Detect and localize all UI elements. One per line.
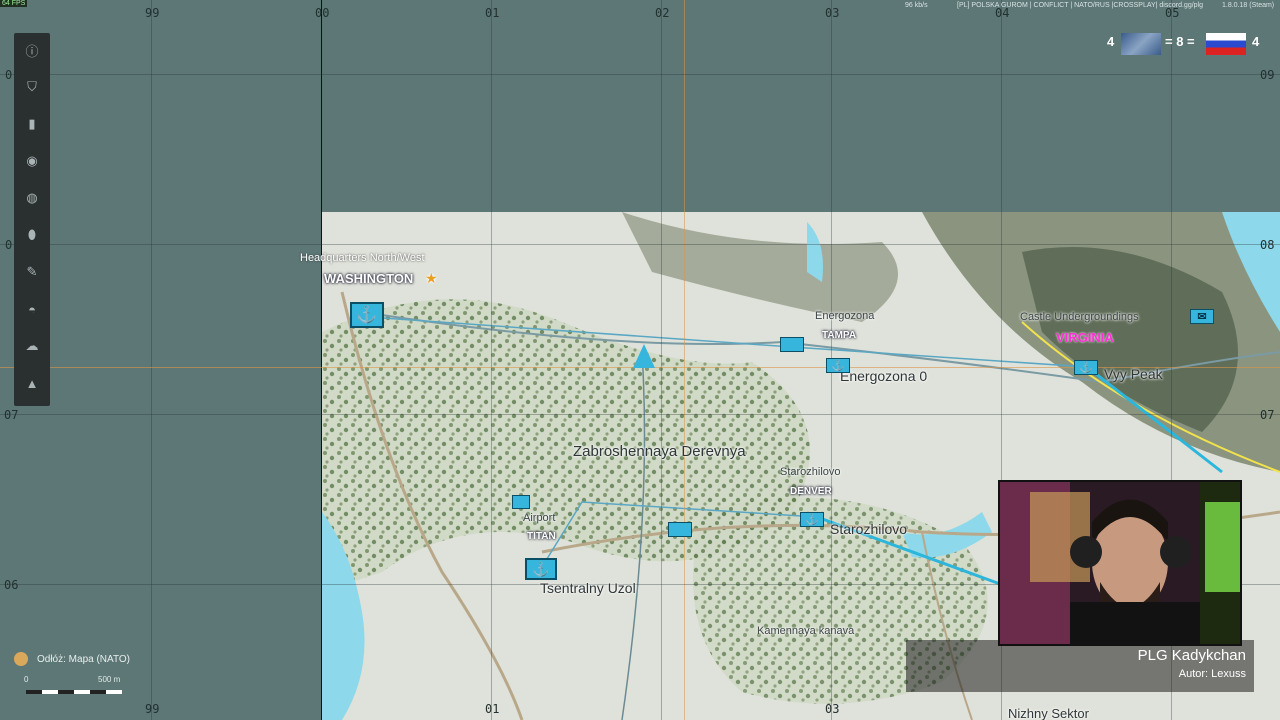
marker-pin-icon[interactable]: ⬮: [20, 223, 44, 247]
objective-label-virginia: VIRGINIA: [1056, 330, 1114, 345]
supply-marker-icon[interactable]: [780, 337, 804, 352]
grid-label-left: 07: [4, 408, 19, 422]
cloud-icon[interactable]: ☁: [20, 334, 44, 358]
map-label-peak: Vyy Peak: [1104, 366, 1163, 382]
rus-score: 4: [1252, 34, 1260, 49]
score-total: = 8 =: [1165, 34, 1195, 49]
scale-start: 0: [24, 675, 29, 684]
map-toolbar: ⓘ ⛉ ▮ ◉ ◍ ⬮ ✎ ◓ ☁ ▲: [14, 33, 50, 406]
grid-label-left: 06: [4, 578, 19, 592]
grid-label-top: 03: [825, 6, 840, 20]
webcam-feed: [998, 480, 1242, 646]
map-label-kamennaya: Kamennaya kanava: [757, 625, 855, 637]
map-label-airport: Airport: [523, 512, 556, 524]
grid-label-bottom: 01: [485, 702, 500, 716]
objective-label-tampa: TAMPA: [822, 330, 857, 341]
eye-icon[interactable]: ◓: [20, 297, 44, 321]
map-label-castle: Castle Undergroundings: [1020, 311, 1139, 323]
scale-bar: [26, 690, 122, 694]
grid-line: [0, 414, 1280, 415]
objective-label-titan: TITAN: [527, 531, 556, 542]
grid-label-bottom: 03: [825, 702, 840, 716]
player-arrow-icon: [633, 344, 655, 368]
map-label-tsentralny: Tsentralny Uzol: [540, 580, 636, 596]
grid-line: [491, 0, 492, 720]
server-name: [PL] POLSKA GUROM | CONFLICT | NATO/RUS …: [957, 2, 1203, 9]
game-version: 1.8.0.18 (Steam): [1222, 2, 1275, 9]
map-label-nizhny: Nizhny Sektor: [1008, 706, 1089, 720]
grid-line: [661, 0, 662, 720]
grid-label-left: 0: [5, 68, 13, 82]
bandwidth-readout: 96 kb/s: [905, 2, 928, 9]
pencil-icon[interactable]: ✎: [20, 260, 44, 284]
grid-label-right: 09: [1260, 68, 1275, 82]
objective-label-washington: WASHINGTON: [324, 271, 414, 286]
map-label-energozona: Energozona: [815, 310, 875, 322]
russia-flag-icon: [1206, 33, 1246, 55]
streamer-name: PLG Kadykchan: [1137, 647, 1246, 664]
grid-line: [0, 244, 1280, 245]
webcam-image: [1000, 482, 1240, 644]
map-label-starozhilovo-small: Starozhilovo: [780, 466, 841, 478]
envelope-marker-icon[interactable]: ✉: [1190, 309, 1214, 324]
grid-label-bottom: 99: [145, 702, 160, 716]
grid-label-left: 0: [5, 238, 13, 252]
grid-label-right: 07: [1260, 408, 1275, 422]
grid-label-top: 02: [655, 6, 670, 20]
anchor-icon[interactable]: ⚓: [800, 512, 824, 527]
compass-icon[interactable]: ◉: [20, 149, 44, 173]
map-label-zabroshennaya: Zabroshennaya Derevnya: [573, 443, 746, 460]
player-avatar-icon: [14, 652, 28, 666]
grid-label-top: 01: [485, 6, 500, 20]
anchor-icon[interactable]: ⚓: [826, 358, 850, 373]
nato-score: 4: [1107, 34, 1115, 49]
shield-icon[interactable]: ⛉: [20, 75, 44, 99]
anchor-icon[interactable]: ⚓: [350, 302, 384, 328]
info-icon[interactable]: ⓘ: [20, 38, 44, 62]
map-label-starozhilovo: Starozhilovo: [830, 521, 908, 537]
anchor-icon[interactable]: ⚓: [1074, 360, 1098, 375]
star-icon: ★: [425, 270, 438, 286]
arrow-up-icon[interactable]: ▲: [20, 371, 44, 395]
map-legend-label: Odłóż: Mapa (NATO): [37, 654, 130, 665]
game-map-screen: 99 00 01 02 03 04 05 99 01 03 0 0 07 06 …: [0, 0, 1280, 720]
supply-marker-icon[interactable]: [668, 522, 692, 537]
scale-end: 500 m: [98, 675, 121, 684]
grid-line: [0, 74, 1280, 75]
helicopter-marker-icon[interactable]: [512, 495, 530, 509]
fps-counter: 64 FPS: [0, 0, 28, 7]
map-label-hq: Headquarters North/West: [300, 252, 425, 264]
grid-label-top: 99: [145, 6, 160, 20]
anchor-icon[interactable]: ⚓: [525, 558, 557, 580]
nato-flag-icon: [1121, 33, 1161, 55]
cursor-line-vertical: [684, 0, 685, 720]
grid-label-right: 08: [1260, 238, 1275, 252]
grid-line: [151, 0, 152, 720]
grid-label-top: 00: [315, 6, 330, 20]
stream-author: Autor: Lexuss: [1178, 668, 1246, 680]
objective-label-denver: DENVER: [790, 486, 832, 497]
ruler-icon[interactable]: ▮: [20, 112, 44, 136]
map-label-energozona0: Energozona 0: [840, 368, 928, 384]
globe-icon[interactable]: ◍: [20, 186, 44, 210]
map-edge-line: [321, 0, 322, 720]
